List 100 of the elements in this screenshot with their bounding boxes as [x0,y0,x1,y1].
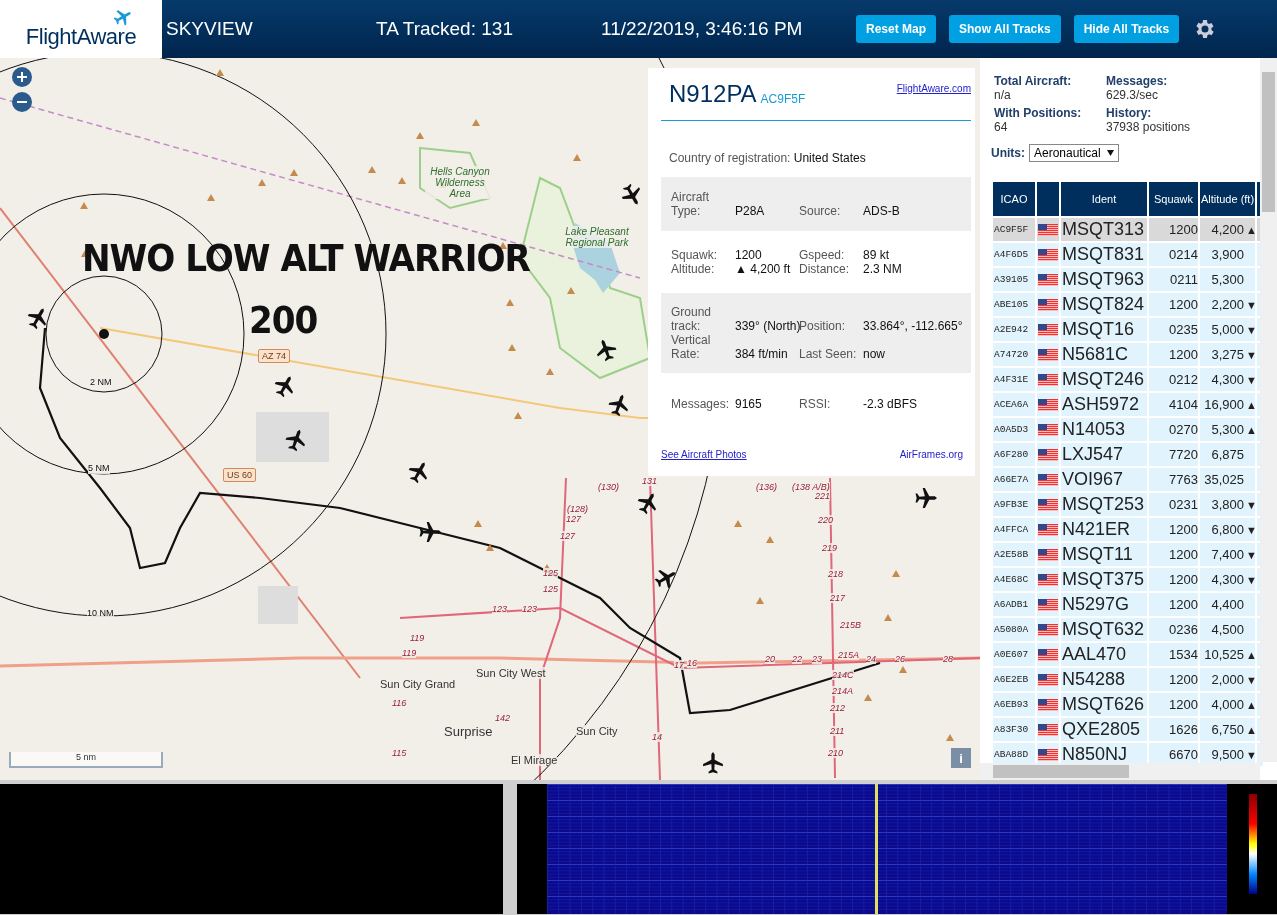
ident-cell[interactable]: MSQT824 [1061,293,1147,316]
ident-cell[interactable]: MSQT11 [1061,543,1147,566]
icao-cell[interactable]: A4FFCA [993,518,1035,541]
column-header[interactable]: Ident [1061,182,1147,216]
road-number: 24 [866,654,876,664]
ident-cell[interactable]: N5681C [1061,343,1147,366]
icao-cell[interactable]: A9FB3E [993,493,1035,516]
road-number: 142 [495,713,511,723]
plane-icon[interactable] [418,520,442,544]
squawk-cell: 1200 [1149,343,1198,366]
ident-cell[interactable]: LXJ547 [1061,443,1147,466]
column-header[interactable]: Squawk [1149,182,1198,216]
road-number: 214C [832,670,854,680]
squawk-cell: 1200 [1149,568,1198,591]
altitude-trend: ▼ [1246,373,1255,386]
altitude-value: 4,500 [1211,622,1244,637]
altitude-trend: ▼ [1246,348,1255,361]
logo[interactable]: FlightAware [0,0,162,58]
stat-value: 64 [994,120,1009,134]
icao-cell[interactable]: A39105 [993,268,1035,291]
ident-cell[interactable]: N54288 [1061,668,1147,691]
ident-cell[interactable]: ASH5972 [1061,393,1147,416]
plane-icon[interactable] [284,428,308,452]
plane-icon[interactable] [914,486,938,510]
ident-cell[interactable]: N421ER [1061,518,1147,541]
horizontal-scrollbar[interactable] [980,763,1260,780]
vertical-scrollbar[interactable] [1260,58,1277,762]
column-header[interactable]: ICAO [993,182,1035,216]
road-number: 127 [560,531,576,541]
ident-cell[interactable]: MSQT626 [1061,693,1147,716]
ident-cell[interactable]: MSQT632 [1061,618,1147,641]
icao-cell[interactable]: A4E68C [993,568,1035,591]
icao-cell[interactable]: A6E2EB [993,668,1035,691]
icao-cell[interactable]: A4F6D5 [993,243,1035,266]
icao-cell[interactable]: A6ADB1 [993,593,1035,616]
flag-icon [1038,223,1058,236]
ident-cell[interactable]: MSQT375 [1061,568,1147,591]
squawk-cell: 1626 [1149,718,1198,741]
icao-cell[interactable]: A0E607 [993,643,1035,666]
flag-icon [1038,473,1058,486]
squawk-cell: 7720 [1149,443,1198,466]
ident-cell[interactable]: QXE2805 [1061,718,1147,741]
country-of-registration: Country of registration: United States [668,150,867,167]
icao-cell[interactable]: A74720 [993,343,1035,366]
icao-cell[interactable]: A83F30 [993,718,1035,741]
ident-cell[interactable]: MSQT16 [1061,318,1147,341]
squawk-cell: 0235 [1149,318,1198,341]
icao-cell[interactable]: A66E7A [993,468,1035,491]
column-header[interactable]: Altitude (ft) [1200,182,1255,216]
icao-cell[interactable]: ACEA6A [993,393,1035,416]
road-number: 210 [828,748,844,758]
flag-icon [1038,248,1058,261]
ident-cell[interactable]: MSQT313 [1061,218,1147,241]
flag-icon [1038,498,1058,511]
flightaware-link[interactable]: FlightAware.com [896,82,971,94]
ident-cell[interactable]: MSQT253 [1061,493,1147,516]
ident-cell[interactable]: VOI967 [1061,468,1147,491]
icao-cell[interactable]: AC9F5F [993,218,1035,241]
detail-label: Source: [799,204,842,218]
aircraft-icao: AC9F5F [760,92,806,106]
squawk-cell: 0270 [1149,418,1198,441]
aircraft-photos-link[interactable]: See Aircraft Photos [661,449,747,460]
altitude-value: 4,300 [1211,372,1244,387]
icao-cell[interactable]: A5080A [993,618,1035,641]
plane-icon[interactable] [701,751,725,775]
squawk-cell: 1200 [1149,593,1198,616]
icao-cell[interactable]: A4F31E [993,368,1035,391]
ident-cell[interactable]: MSQT963 [1061,268,1147,291]
airframes-link[interactable]: AirFrames.org [899,449,963,460]
detail-label: Altitude: [671,262,716,276]
detail-label: Squawk: [671,248,719,262]
ident-cell[interactable]: N14053 [1061,418,1147,441]
altitude-trend: ▼ [1246,498,1255,511]
road-number: 20 [765,654,775,664]
icao-cell[interactable]: A2E942 [993,318,1035,341]
altitude-trend: ▼ [1246,548,1255,561]
road-number: 211 [830,726,845,736]
detail-value: P28A [735,204,766,218]
altitude-trend: ▼ [1246,523,1255,536]
icao-cell[interactable]: A6EB93 [993,693,1035,716]
altitude-trend: ▼ [1246,298,1255,311]
units-select[interactable]: Aeronautical [1029,144,1119,162]
airspace-altitude: 200 [249,298,318,342]
plane-icon[interactable] [594,338,618,362]
plane-icon[interactable] [607,393,631,417]
icao-cell[interactable]: A0A5D3 [993,418,1035,441]
detail-value: 9165 [735,397,763,411]
icao-cell[interactable]: ABE105 [993,293,1035,316]
altitude-trend: ▲ [1246,223,1255,236]
ident-cell[interactable]: MSQT246 [1061,368,1147,391]
detail-value: -2.3 dBFS [863,397,919,411]
ident-cell[interactable]: AAL470 [1061,643,1147,666]
road-number: 220 [818,515,834,525]
road-number: (136) [756,482,777,492]
range-ring-label: 2 NM [90,378,112,388]
icao-cell[interactable]: A2E58B [993,543,1035,566]
squawk-cell: 1534 [1149,643,1198,666]
ident-cell[interactable]: N5297G [1061,593,1147,616]
ident-cell[interactable]: MSQT831 [1061,243,1147,266]
icao-cell[interactable]: A6F280 [993,443,1035,466]
